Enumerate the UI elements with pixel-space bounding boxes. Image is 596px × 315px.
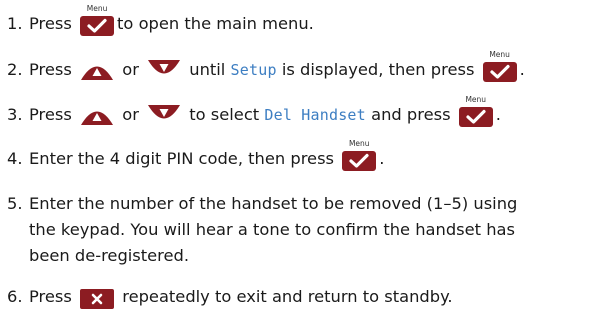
display-text: Setup — [230, 61, 277, 79]
step-text: or — [122, 105, 139, 124]
menu-ok-key-icon: Menu — [79, 5, 115, 35]
menu-key-caption: Menu — [348, 139, 370, 148]
redial-up-key-icon — [79, 104, 115, 126]
step-text: or — [122, 60, 139, 79]
step-end: . — [379, 149, 385, 168]
step-number: 3. — [7, 105, 23, 124]
step-text: Press — [29, 287, 72, 306]
cancel-x-key-icon — [79, 286, 115, 308]
step-5-line-2: the keypad. You will hear a tone to conf… — [29, 220, 516, 239]
menu-key-caption: Menu — [465, 95, 487, 104]
step-text: Press — [29, 14, 72, 33]
step-3: 3. Press or to select Del Handset and pre… — [7, 96, 592, 127]
step-number: 1. — [7, 14, 23, 33]
step-number: 6. — [7, 287, 23, 306]
step-number: 2. — [7, 60, 23, 79]
step-number: 4. — [7, 149, 23, 168]
display-text: Del Handset — [264, 106, 366, 124]
step-6: 6. Press repeatedly to exit and return to… — [7, 285, 592, 309]
step-text: Press — [29, 105, 72, 124]
step-1: 1. Press Menu to open the main menu. — [7, 5, 592, 36]
menu-ok-key-icon: Menu — [458, 96, 494, 126]
step-5-line-3: been de-registered. — [29, 246, 190, 265]
step-end: . — [519, 60, 525, 79]
step-text: Enter the number of the handset to be re… — [29, 194, 518, 213]
step-text: repeatedly to exit and return to standby… — [122, 287, 453, 306]
redial-up-key-icon — [79, 59, 115, 81]
calls-down-key-icon — [146, 104, 182, 126]
step-2: 2. Press or until Setup is displayed, the… — [7, 51, 592, 82]
menu-ok-key-icon: Menu — [341, 140, 377, 170]
step-text: until — [189, 60, 226, 79]
calls-down-key-icon — [146, 59, 182, 81]
menu-key-caption: Menu — [489, 50, 510, 59]
menu-key-caption: Menu — [86, 4, 108, 13]
step-4: 4. Enter the 4 digit PIN code, then press… — [7, 140, 592, 171]
step-text: to open the main menu. — [117, 14, 314, 33]
step-text: is displayed, then press — [281, 60, 475, 79]
step-5: 5. Enter the number of the handset to be … — [7, 192, 592, 216]
step-text: to select — [189, 105, 260, 124]
menu-ok-key-icon: Menu — [482, 51, 518, 81]
step-number: 5. — [7, 194, 23, 213]
step-text: Press — [29, 60, 72, 79]
step-end: . — [495, 105, 501, 124]
step-text: Enter the 4 digit PIN code, then press — [29, 149, 335, 168]
step-text: and press — [371, 105, 451, 124]
